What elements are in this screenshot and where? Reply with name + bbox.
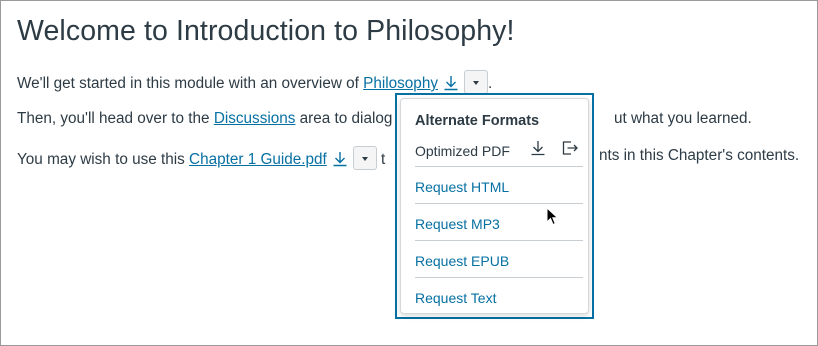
download-icon[interactable] (529, 139, 547, 157)
intro-text: We'll get started in this module with an… (17, 75, 364, 92)
discussions-paragraph-tail: ut what you learned. (614, 109, 752, 129)
popup-title: Alternate Formats (415, 113, 540, 129)
page-title: Welcome to Introduction to Philosophy! (17, 15, 515, 47)
discussions-suffix-left: area to dialog (295, 110, 393, 127)
request-epub-item[interactable]: Request EPUB (415, 253, 509, 269)
request-mp3-item[interactable]: Request MP3 (415, 216, 500, 232)
popup-divider (415, 166, 583, 167)
optimized-pdf-label: Optimized PDF (415, 143, 510, 159)
discussions-text: Then, you'll head over to the (17, 110, 214, 127)
philosophy-link[interactable]: Philosophy (363, 75, 438, 92)
file-menu-button[interactable] (352, 146, 377, 170)
guide-paragraph-tail: nts in this Chapter's contents. (599, 146, 799, 166)
guide-paragraph: You may wish to use this Chapter 1 Guide… (17, 146, 385, 170)
request-html-item[interactable]: Request HTML (415, 179, 509, 195)
file-menu-button[interactable] (463, 70, 488, 94)
download-icon[interactable] (442, 74, 460, 92)
guide-suffix-right: nts in this Chapter's contents. (599, 147, 800, 164)
mouse-pointer-icon (546, 207, 559, 226)
chevron-down-icon (361, 157, 368, 161)
alternate-formats-panel: Alternate Formats Optimized PDF Request … (400, 98, 589, 314)
discussions-link[interactable]: Discussions (214, 110, 296, 127)
chevron-down-icon (472, 81, 479, 85)
guide-text: You may wish to use this (17, 151, 190, 168)
guide-suffix-left: t (376, 151, 386, 168)
intro-suffix: . (487, 75, 493, 92)
alternate-formats-popup: Alternate Formats Optimized PDF Request … (395, 93, 594, 319)
request-text-item[interactable]: Request Text (415, 290, 496, 306)
intro-paragraph: We'll get started in this module with an… (17, 70, 492, 94)
discussions-paragraph: Then, you'll head over to the Discussion… (17, 109, 392, 129)
download-icon[interactable] (331, 150, 349, 168)
chapter-guide-link[interactable]: Chapter 1 Guide.pdf (189, 151, 327, 168)
discussions-suffix-right: ut what you learned. (614, 110, 752, 127)
open-external-icon[interactable] (561, 140, 579, 156)
popup-divider (415, 203, 583, 204)
popup-divider (415, 277, 583, 278)
popup-divider (415, 240, 583, 241)
